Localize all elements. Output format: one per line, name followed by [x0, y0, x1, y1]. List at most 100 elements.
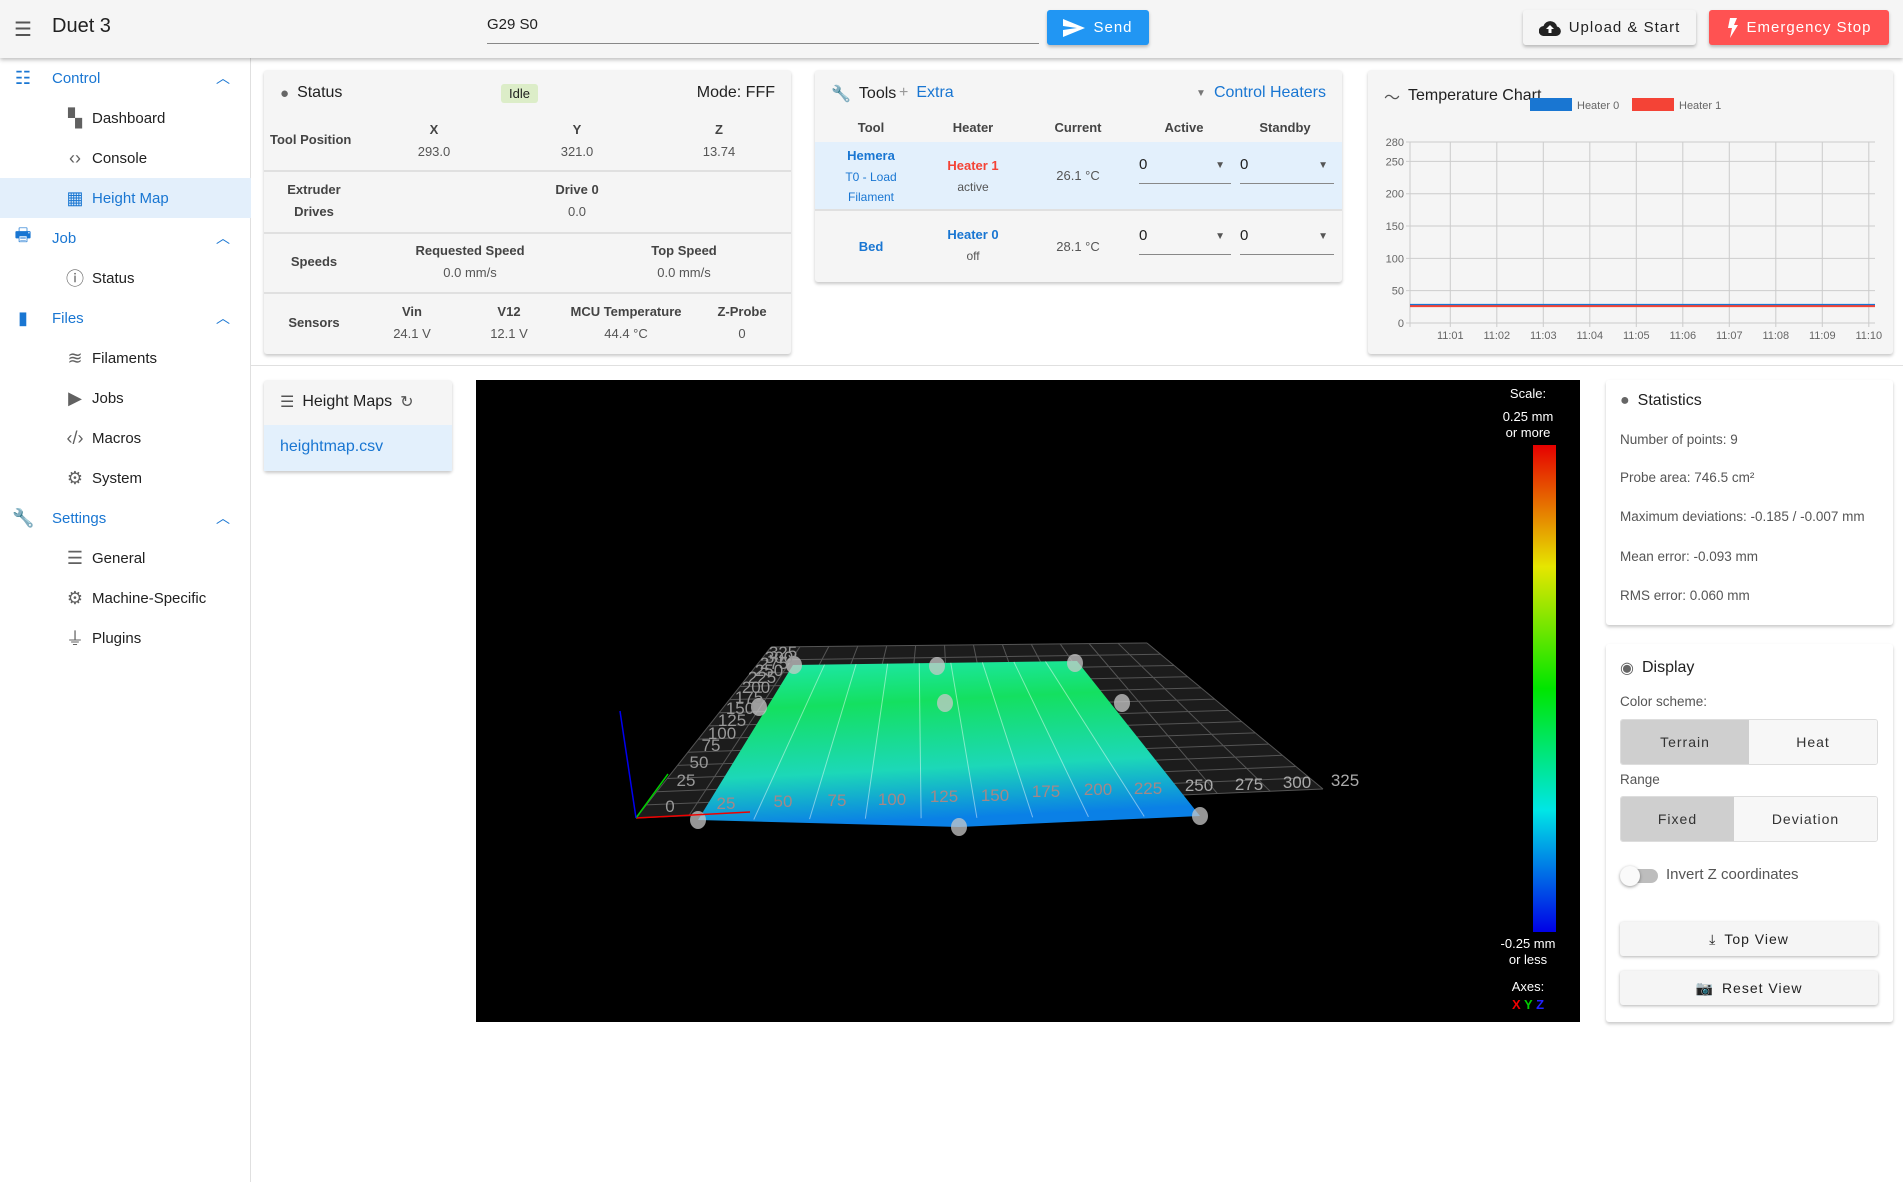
control-heaters-button[interactable]: ▼ Control Heaters	[1196, 84, 1326, 102]
sidebar-group-label: Job	[52, 229, 77, 247]
top-view-button[interactable]: ⤓ Top View	[1620, 922, 1878, 956]
sd-card-icon: ▮	[18, 307, 28, 328]
heightmap-viewer[interactable]: 25 50 75 100 125 150 175 200 225 250 275 300 325 0 25…	[476, 380, 1580, 1022]
emergency-stop-button[interactable]: Emergency Stop	[1709, 10, 1889, 45]
upload-start-button[interactable]: Upload & Start	[1523, 10, 1696, 45]
divider	[264, 170, 791, 172]
y-tick-label: 0	[1398, 318, 1404, 330]
upload-start-label: Upload & Start	[1568, 19, 1681, 36]
legend-swatch	[1632, 98, 1674, 111]
sidebar-item-dashboard[interactable]: ▚ Dashboard	[0, 98, 251, 138]
heightmap-file-item[interactable]: heightmap.csv	[264, 425, 452, 471]
tune-icon: ☷	[14, 67, 32, 88]
sidebar-item-machine-specific[interactable]: ⚙ Machine-Specific	[0, 578, 251, 618]
tools-title: 🔧 Tools	[831, 84, 896, 104]
sidebar-item-system[interactable]: ⚙ System	[0, 458, 251, 498]
flash-icon	[1727, 17, 1738, 38]
invert-z-switch[interactable]	[1620, 866, 1658, 886]
extra-label: Extra	[916, 84, 954, 101]
legend-label: Heater 0	[1577, 100, 1619, 112]
sidebar-item-label: Plugins	[92, 629, 142, 647]
caret-down-icon: ▼	[1215, 231, 1225, 242]
requested-speed-value: 0.0 mm/s	[443, 265, 497, 280]
sensor-value: 24.1 V	[393, 326, 431, 341]
y-tick-label: 0	[665, 797, 674, 816]
plus-icon: +	[899, 84, 909, 101]
axis-x-legend: X	[1511, 997, 1521, 1012]
sidebar-item-general[interactable]: ☰ General	[0, 538, 251, 578]
status-badge: Idle	[501, 84, 538, 103]
top-speed-value: 0.0 mm/s	[657, 265, 711, 280]
load-filament-link[interactable]: T0 - Load	[845, 170, 896, 184]
probe-point	[937, 694, 953, 712]
sidebar-item-filaments[interactable]: ≋ Filaments	[0, 338, 251, 378]
sidebar-item-label: General	[92, 549, 146, 567]
hamburger-icon[interactable]: ☰	[14, 17, 32, 42]
gears-icon: ⚙	[66, 587, 84, 608]
sidebar-item-label: Machine-Specific	[92, 589, 207, 607]
active-temp-select[interactable]: 0 ▼	[1139, 227, 1231, 255]
tool-position-label: Tool Position	[270, 132, 352, 147]
standby-temp-select[interactable]: 0 ▼	[1240, 156, 1334, 184]
axis-z-value: 13.74	[702, 144, 736, 159]
scheme-heat-button[interactable]: Heat	[1749, 720, 1877, 764]
reset-view-button[interactable]: 📷 Reset View	[1620, 971, 1878, 1005]
scale-max-label: 0.25 mm	[1502, 409, 1554, 424]
sidebar-group-files[interactable]: ▮ Files ︿	[0, 298, 251, 338]
sidebar-group-label: Settings	[52, 509, 107, 527]
standby-temp-select[interactable]: 0 ▼	[1240, 227, 1334, 255]
sidebar-item-plugins[interactable]: ⏚ Plugins	[0, 618, 251, 658]
x-tick-label: 11:07	[1716, 330, 1743, 342]
extra-button[interactable]: + Extra	[899, 84, 954, 102]
heater-name[interactable]: Heater 0	[947, 227, 998, 242]
mode-label: Mode: FFF	[696, 84, 775, 101]
sidebar-group-control[interactable]: ☷ Control ︿	[0, 58, 251, 98]
x-tick-label: 11:10	[1855, 330, 1882, 342]
caret-down-icon: ▼	[1318, 160, 1328, 171]
load-filament-link[interactable]: Filament	[848, 190, 894, 204]
range-deviation-button[interactable]: Deviation	[1734, 797, 1877, 841]
active-temp-value: 0	[1139, 227, 1148, 244]
sidebar-group-job[interactable]: 🖶 Job ︿	[0, 218, 251, 258]
sidebar-item-console[interactable]: ‹› Console	[0, 138, 251, 178]
display-card: ◉ Display Color scheme: Terrain Heat Rang…	[1606, 644, 1893, 1022]
heater-state: off	[966, 249, 980, 263]
column-header: Active	[1164, 120, 1204, 135]
y-tick-label: 325	[769, 643, 797, 662]
sidebar-group-label: Control	[52, 69, 101, 87]
sidebar-item-jobs[interactable]: ▶ Jobs	[0, 378, 251, 418]
color-scale-bar	[1533, 445, 1556, 932]
send-button[interactable]: Send	[1047, 10, 1149, 45]
gcode-input[interactable]: G29 S0	[487, 16, 1039, 44]
temperature-chart-card: 〜 Temperature Chart 0 50 100 150 200 250 280 11:…	[1368, 70, 1893, 354]
sidebar-item-label: Macros	[92, 429, 142, 447]
active-temp-select[interactable]: 0 ▼	[1139, 156, 1231, 184]
sidebar-item-label: Console	[92, 149, 148, 167]
range-fixed-button[interactable]: Fixed	[1621, 797, 1734, 841]
axes-legend-label: Axes:	[1511, 979, 1545, 994]
chevron-up-icon: ︿	[216, 70, 230, 86]
z-axis-line	[619, 710, 637, 819]
sidebar-group-settings[interactable]: 🔧 Settings ︿	[0, 498, 251, 538]
legend-swatch	[1530, 98, 1572, 111]
x-tick-label: 11:02	[1483, 330, 1510, 342]
tool-name-link[interactable]: Bed	[859, 239, 884, 254]
sidebar-item-status[interactable]: ⓘ Status	[0, 258, 251, 298]
height-maps-title: ☰ Height Maps ↻	[280, 392, 414, 412]
heightmap-3d-scene[interactable]: 25 50 75 100 125 150 175 200 225 250 275 300 325 025…	[476, 380, 1580, 1022]
heater-name[interactable]: Heater 1	[947, 158, 998, 173]
sidebar-group-label: Files	[52, 309, 84, 327]
chevron-up-icon: ︿	[216, 310, 230, 326]
x-tick-label: 25	[717, 794, 736, 813]
refresh-icon[interactable]: ↻	[400, 392, 413, 412]
axes-legend: X Y Z	[1488, 997, 1568, 1013]
list-icon: ☰	[280, 394, 295, 411]
sidebar-item-macros[interactable]: ‹/› Macros	[0, 418, 251, 458]
x-tick-label: 225	[1134, 779, 1162, 798]
sidebar-item-height-map[interactable]: ▦ Height Map	[0, 178, 251, 218]
tool-name-link[interactable]: Hemera	[847, 148, 895, 163]
scheme-terrain-button[interactable]: Terrain	[1621, 720, 1749, 764]
y-tick-label: 50	[1392, 286, 1404, 298]
axis-y-legend: Y	[1524, 997, 1533, 1012]
y-tick-label: 280	[1386, 137, 1404, 149]
